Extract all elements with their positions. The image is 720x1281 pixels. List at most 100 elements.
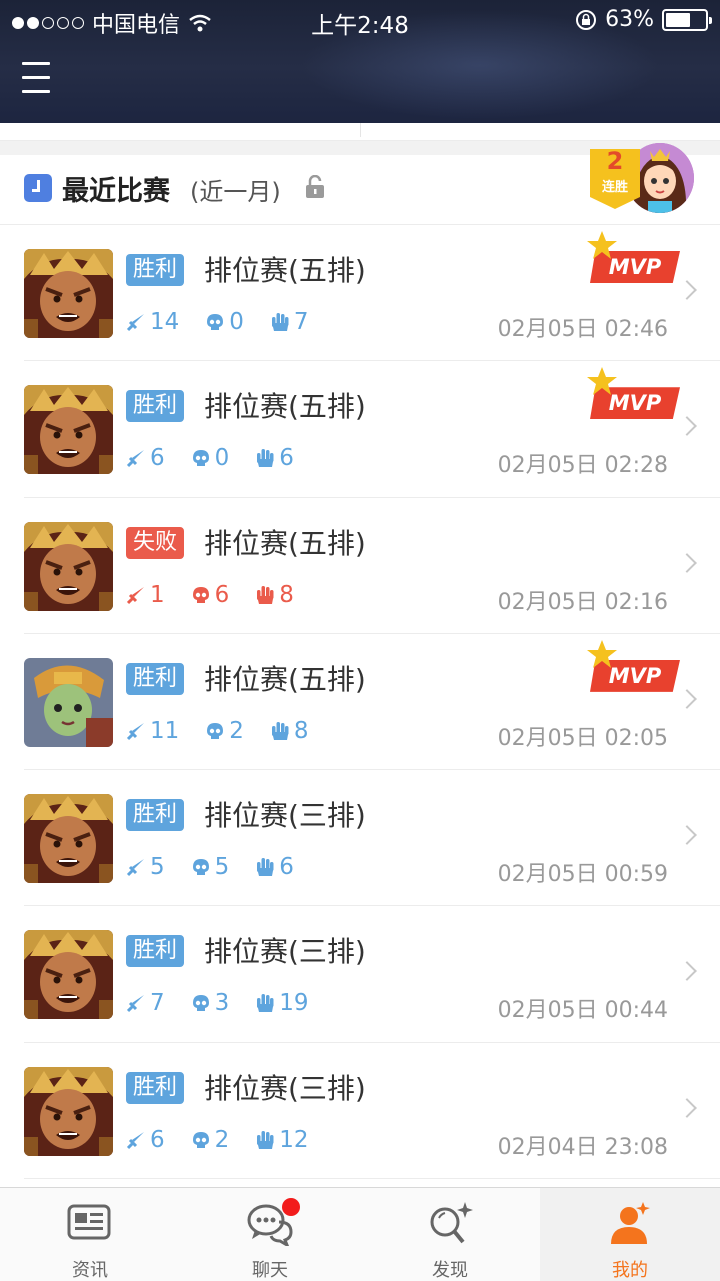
- result-badge: 胜利: [126, 1071, 185, 1104]
- hero-avatar: [24, 657, 113, 747]
- section-title: 最近比赛: [62, 176, 170, 207]
- deaths-value: 2: [214, 1126, 230, 1153]
- unlock-icon[interactable]: [304, 175, 326, 199]
- rotation-lock-icon: [576, 9, 597, 30]
- match-row[interactable]: 胜利 排位赛(三排) 7 3 19 02月05日 00:44: [0, 906, 720, 1043]
- assist-icon: [271, 313, 289, 331]
- match-mode: 排位赛(五排): [204, 662, 366, 696]
- header-bar: 中国电信 上午2:48 63%: [0, 0, 720, 123]
- kills-value: 7: [150, 990, 165, 1017]
- tab-bar: 资讯 聊天 发现 我的: [0, 1187, 720, 1281]
- match-time: 02月05日 02:05: [497, 725, 668, 751]
- chevron-right-icon: [677, 825, 697, 846]
- mvp-star-icon: [587, 639, 617, 668]
- kda-stats: 6 2 12: [126, 1127, 335, 1153]
- result-badge: 胜利: [126, 254, 185, 286]
- tab-discover[interactable]: 发现: [360, 1188, 540, 1281]
- mvp-badge: MVP: [586, 638, 682, 694]
- assists-value: 12: [279, 1126, 309, 1153]
- kda-stats: 14 0 7: [126, 309, 335, 335]
- win-streak-badge[interactable]: 2 连胜: [590, 143, 700, 225]
- match-mode: 排位赛(三排): [204, 935, 366, 969]
- menu-button[interactable]: [22, 62, 50, 96]
- tab-discover-label: 发现: [432, 1260, 468, 1281]
- kills-value: 14: [150, 309, 180, 335]
- hero-avatar: [24, 930, 113, 1020]
- mvp-badge: MVP: [586, 365, 682, 421]
- result-badge: 失败: [126, 526, 185, 559]
- match-row[interactable]: 失败 排位赛(五排) 1 6 8 02月05日 02:16: [0, 497, 720, 634]
- match-mode: 排位赛(三排): [204, 1071, 366, 1105]
- kda-stats: 5 5 6: [126, 854, 320, 880]
- assist-icon: [257, 585, 274, 604]
- recent-matches-header: 最近比赛 (近一月) 2 连胜: [0, 143, 720, 225]
- match-time: 02月05日 02:16: [497, 589, 668, 615]
- match-mode: 排位赛(三排): [204, 799, 366, 833]
- match-time: 02月04日 23:08: [497, 1134, 668, 1160]
- kills-value: 11: [150, 717, 180, 744]
- kill-icon: [126, 859, 144, 877]
- tab-chat[interactable]: 聊天: [180, 1188, 360, 1281]
- match-row[interactable]: 胜利 排位赛(五排) 14 0 7 02月05日 02:46 MVP: [0, 225, 720, 362]
- kill-icon: [126, 450, 144, 468]
- profile-icon: [611, 1202, 650, 1244]
- match-row[interactable]: 胜利 排位赛(三排) 5 5 6 02月05日 00:59: [0, 770, 720, 907]
- kills-value: 5: [150, 854, 165, 881]
- assists-value: 8: [293, 717, 309, 744]
- hero-avatar: [24, 521, 113, 611]
- match-time: 02月05日 02:46: [497, 317, 668, 342]
- death-icon: [207, 314, 224, 330]
- assists-value: 8: [279, 581, 294, 608]
- tab-profile-label: 我的: [612, 1260, 648, 1281]
- kill-icon: [126, 586, 144, 604]
- header-strip: [0, 123, 720, 141]
- kda-stats: 7 3 19: [126, 990, 335, 1016]
- hero-avatar: [24, 1066, 113, 1156]
- result-badge: 胜利: [126, 390, 185, 423]
- tab-news[interactable]: 资讯: [0, 1188, 180, 1281]
- status-bar: 中国电信 上午2:48 63%: [0, 0, 720, 40]
- hero-avatar: [24, 249, 113, 338]
- kills-value: 6: [150, 445, 165, 472]
- assist-icon: [257, 994, 274, 1013]
- deaths-value: 2: [229, 717, 244, 744]
- assist-icon: [257, 1130, 274, 1149]
- match-list: 胜利 排位赛(五排) 14 0 7 02月05日 02:46 MVP 胜利 排位赛(五排) 6 0 6…: [0, 225, 720, 1180]
- deaths-value: 0: [214, 445, 230, 472]
- streak-label: 连胜: [601, 180, 628, 195]
- row-divider: [24, 1178, 720, 1180]
- death-icon: [192, 450, 209, 467]
- news-icon: [67, 1204, 111, 1240]
- deaths-value: 5: [214, 854, 230, 881]
- death-icon: [192, 995, 209, 1012]
- kills-value: 6: [150, 1126, 165, 1153]
- streak-count: 2: [606, 147, 624, 175]
- result-badge: 胜利: [126, 799, 185, 832]
- hero-avatar: [24, 385, 113, 475]
- chevron-right-icon: [677, 552, 697, 573]
- battery-percent: 63%: [605, 7, 654, 32]
- death-icon: [192, 586, 209, 603]
- result-badge: 胜利: [126, 662, 185, 695]
- match-row[interactable]: 胜利 排位赛(五排) 6 0 6 02月05日 02:28 MVP: [0, 361, 720, 498]
- match-mode: 排位赛(五排): [204, 254, 366, 287]
- assist-icon: [257, 858, 274, 877]
- kills-value: 1: [150, 581, 165, 608]
- chat-notification-dot: [282, 1198, 300, 1216]
- assist-icon: [257, 449, 274, 468]
- chevron-right-icon: [677, 1097, 697, 1118]
- death-icon: [207, 722, 224, 739]
- clock-icon: [24, 174, 52, 202]
- mvp-star-icon: [587, 231, 617, 259]
- match-row[interactable]: 胜利 排位赛(五排) 11 2 8 02月05日 02:05 MVP: [0, 633, 720, 771]
- assist-icon: [271, 721, 289, 740]
- kda-stats: 1 6 8: [126, 582, 320, 608]
- deaths-value: 3: [214, 990, 230, 1017]
- match-time: 02月05日 00:59: [497, 862, 668, 888]
- match-mode: 排位赛(五排): [204, 526, 366, 560]
- kill-icon: [126, 314, 144, 332]
- tab-profile[interactable]: 我的: [540, 1188, 720, 1281]
- death-icon: [192, 1131, 209, 1148]
- match-row[interactable]: 胜利 排位赛(三排) 6 2 12 02月04日 23:08: [0, 1042, 720, 1180]
- assists-value: 19: [279, 990, 309, 1017]
